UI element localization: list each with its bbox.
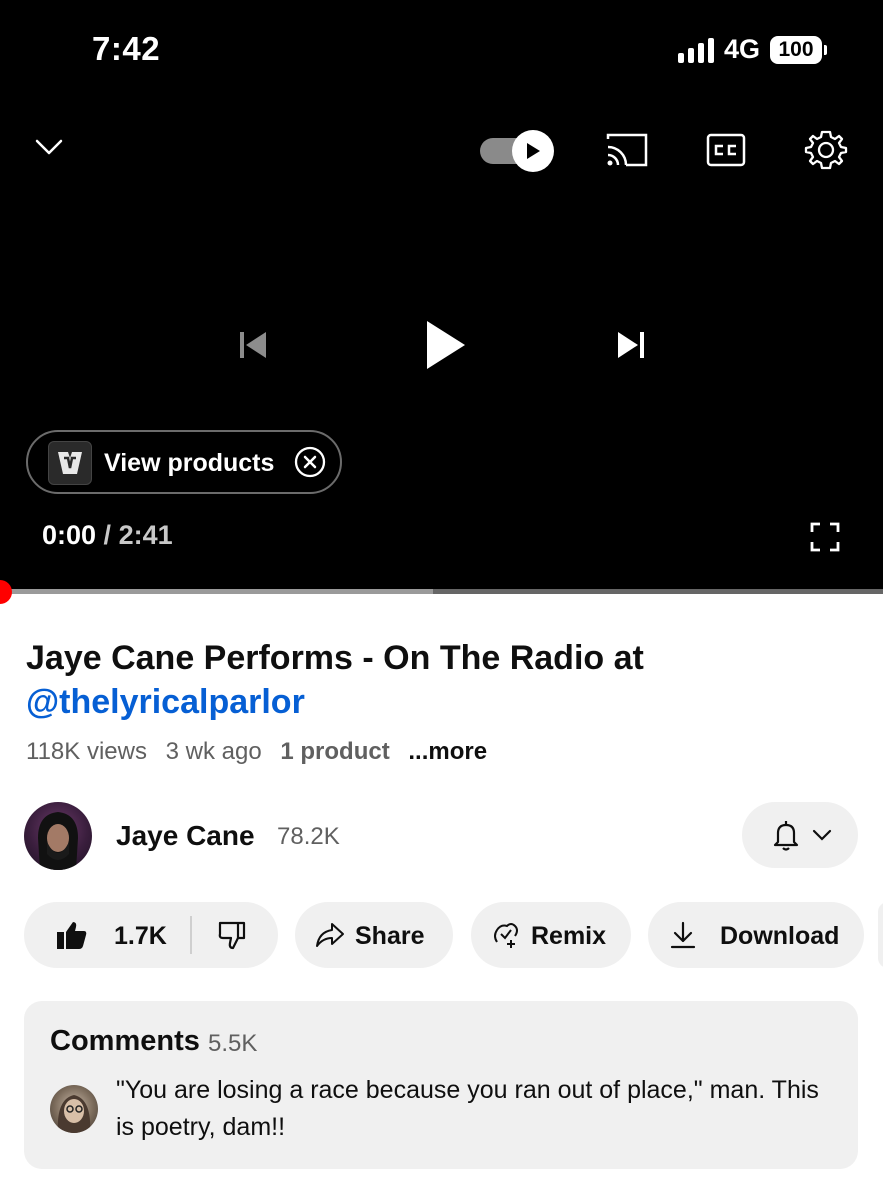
download-button[interactable]: Download	[648, 902, 864, 968]
view-products-chip[interactable]: View products	[26, 430, 342, 494]
more-actions-button[interactable]	[878, 902, 883, 968]
share-icon	[316, 923, 344, 947]
like-divider	[190, 916, 192, 954]
fullscreen-icon[interactable]	[808, 520, 842, 554]
chevron-down-icon[interactable]	[28, 128, 70, 166]
more-link[interactable]: ...more	[408, 738, 487, 765]
channel-name[interactable]: Jaye Cane	[116, 820, 255, 852]
share-label: Share	[355, 922, 425, 950]
duration: 2:41	[118, 520, 173, 550]
view-products-label: View products	[104, 449, 275, 477]
gear-icon[interactable]	[802, 126, 850, 174]
subscriber-count: 78.2K	[277, 823, 340, 850]
like-button[interactable]	[56, 920, 88, 950]
status-time: 7:42	[92, 30, 161, 67]
video-title-handle-link[interactable]: @thelyricalparlor	[26, 680, 866, 724]
like-count[interactable]: 1.7K	[114, 922, 167, 951]
brand-logo-icon	[48, 441, 92, 485]
play-icon	[427, 321, 465, 369]
video-title-text: Jaye Cane Performs - On The Radio at	[26, 639, 644, 677]
subscription-notifications-button[interactable]	[742, 802, 858, 868]
video-meta[interactable]: 118K views 3 wk ago 1 product ...more	[26, 738, 499, 766]
network-type: 4G	[723, 34, 760, 64]
video-player[interactable]: 7:42 4G 100 View products 0:00 / 2:41	[0, 0, 883, 592]
thumbs-down-icon	[218, 921, 246, 950]
channel-avatar[interactable]	[24, 802, 92, 870]
skip-previous-icon	[230, 322, 274, 368]
battery-icon: 100	[770, 35, 827, 64]
status-indicators: 4G 100	[677, 34, 827, 65]
battery-level: 100	[770, 35, 822, 64]
current-time: 0:00	[42, 520, 97, 550]
comments-title: Comments	[50, 1025, 200, 1057]
playback-time: 0:00 / 2:41	[42, 520, 173, 551]
closed-captions-icon[interactable]	[704, 130, 748, 170]
play-icon	[512, 130, 554, 172]
skip-next-icon[interactable]	[610, 322, 654, 368]
view-count: 118K views	[26, 738, 147, 765]
play-button[interactable]	[418, 312, 474, 378]
remix-button[interactable]: Remix	[471, 902, 631, 968]
thumbs-up-icon	[57, 922, 87, 949]
share-button[interactable]: Share	[295, 902, 453, 968]
progress-buffered	[0, 589, 433, 594]
commenter-avatar	[50, 1085, 98, 1133]
bell-icon	[773, 819, 799, 851]
like-dislike-group: 1.7K	[24, 902, 278, 968]
product-count[interactable]: 1 product	[280, 738, 389, 765]
top-comment-text: "You are losing a race because you ran o…	[116, 1076, 819, 1141]
download-icon	[670, 921, 696, 949]
chevron-down-icon	[812, 829, 832, 841]
comments-count: 5.5K	[208, 1030, 258, 1057]
remix-icon	[494, 923, 518, 948]
close-icon[interactable]	[294, 446, 326, 478]
comments-section[interactable]: Comments 5.5K "You are losing a race bec…	[24, 1001, 858, 1169]
download-label: Download	[720, 922, 840, 950]
video-title[interactable]: Jaye Cane Performs - On The Radio at @th…	[26, 636, 866, 724]
autoplay-toggle[interactable]	[478, 128, 556, 174]
upload-age: 3 wk ago	[165, 738, 262, 765]
remix-label: Remix	[531, 922, 607, 950]
signal-icon	[677, 37, 714, 63]
cast-icon[interactable]	[602, 128, 652, 172]
dislike-button[interactable]	[218, 920, 250, 950]
time-separator: /	[96, 520, 119, 550]
